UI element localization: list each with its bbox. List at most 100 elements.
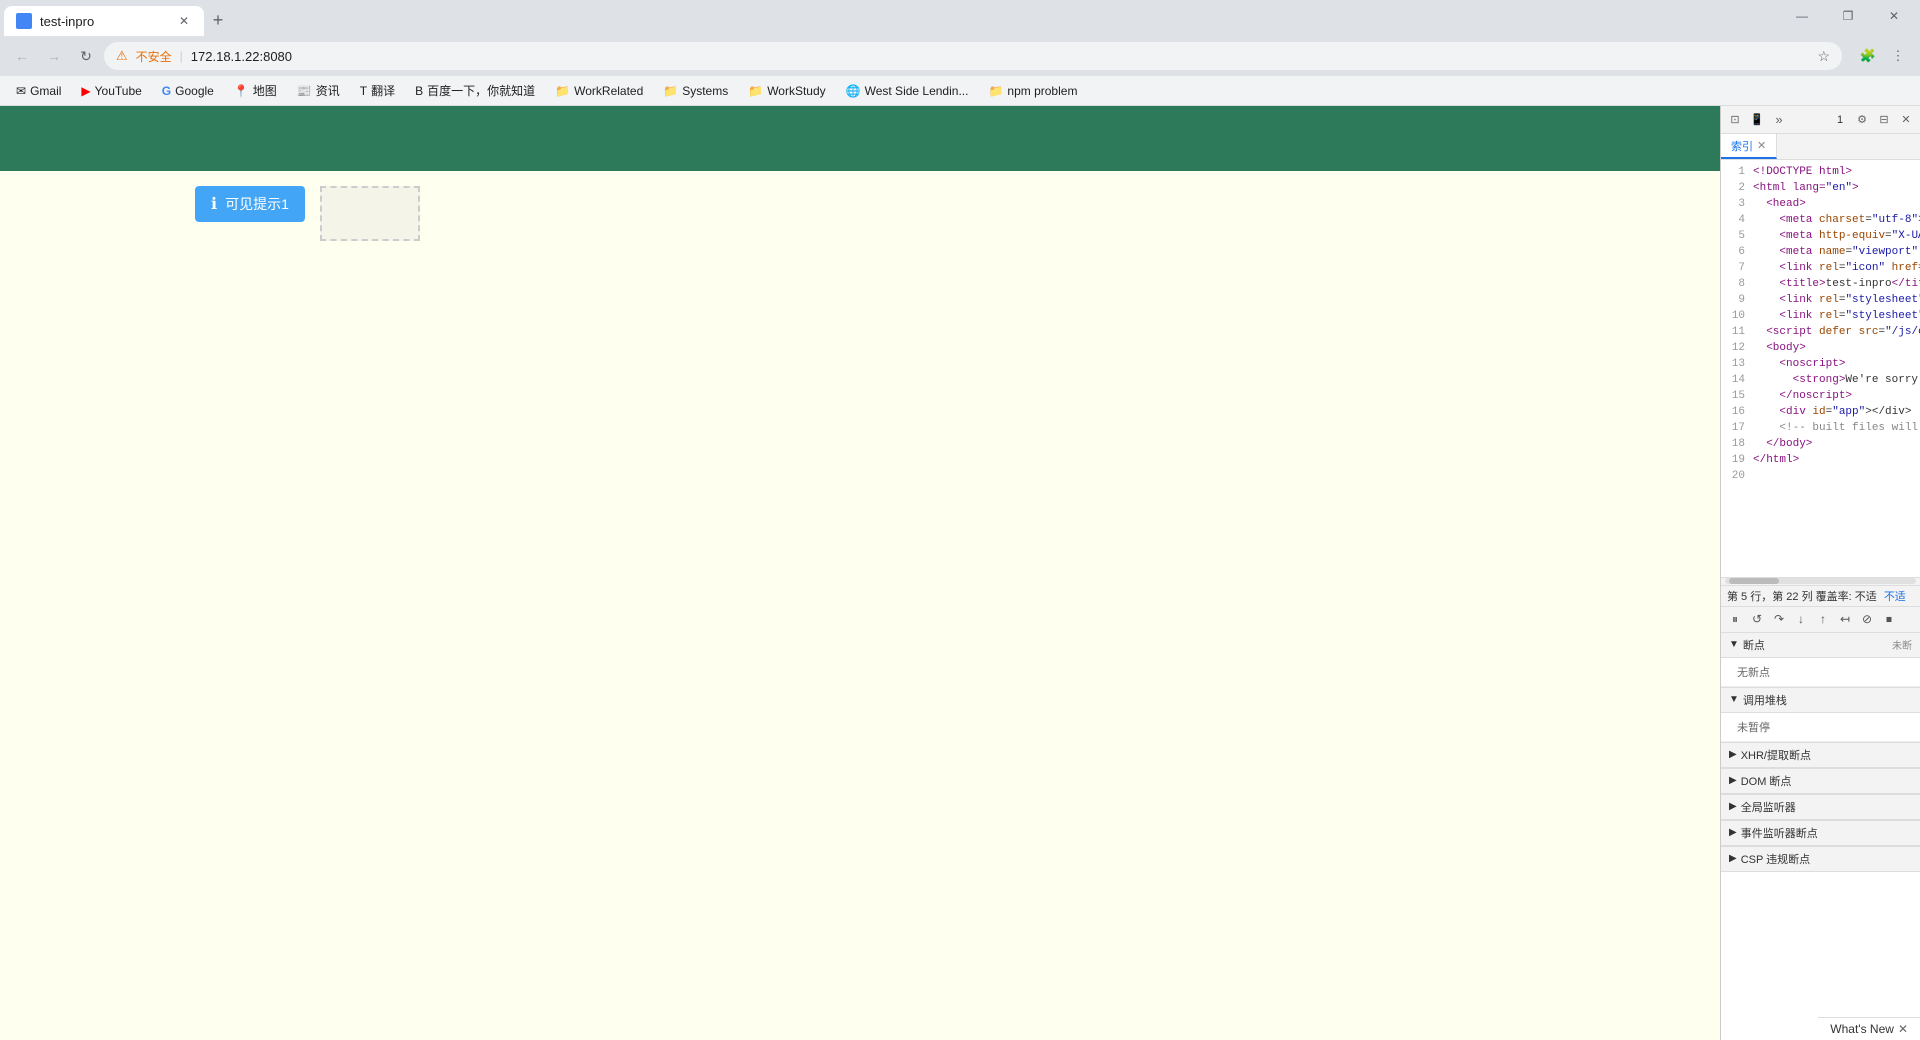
tab-title: test-inpro <box>40 14 168 29</box>
step-into-button[interactable]: ↓ <box>1791 609 1811 629</box>
bookmark-systems[interactable]: 📁 Systems <box>655 82 736 100</box>
bookmark-icon[interactable]: ☆ <box>1817 48 1830 65</box>
code-line-5: 5 <meta http-equiv="X-UA-C <box>1721 228 1920 244</box>
code-line-11: 11 <script defer src="/js/chu <box>1721 324 1920 340</box>
tab-index-close-icon[interactable]: ✕ <box>1757 139 1766 152</box>
code-line-14: 14 <strong>We're sorry bu <box>1721 372 1920 388</box>
google-icon: G <box>162 84 171 98</box>
callstack-section-header[interactable]: ▼ 调用堆栈 <box>1721 687 1920 713</box>
bookmark-translate[interactable]: T 翻译 <box>352 80 403 101</box>
resume-button[interactable]: ↺ <box>1747 609 1767 629</box>
event-listeners-section-header[interactable]: ▶ 事件监听器断点 <box>1721 820 1920 846</box>
step-back-button[interactable]: ↤ <box>1835 609 1855 629</box>
dom-arrow: ▶ <box>1729 775 1737 786</box>
refresh-button[interactable]: ↻ <box>72 42 100 70</box>
bookmark-workrelated[interactable]: 📁 WorkRelated <box>547 82 651 100</box>
whats-new-label[interactable]: What's New <box>1830 1022 1894 1036</box>
main-area: ℹ 可见提示1 ⊡ 📱 » 1 ⚙ ⊟ ✕ 索引 ✕ 1 <box>0 106 1920 1040</box>
bookmark-news[interactable]: 📰 资讯 <box>289 80 348 101</box>
callstack-text: 未暂停 <box>1737 717 1904 737</box>
step-out-button[interactable]: ↑ <box>1813 609 1833 629</box>
devtools-panel: ⊡ 📱 » 1 ⚙ ⊟ ✕ 索引 ✕ 1 <!DOCTYPE html> 2 <… <box>1720 106 1920 1040</box>
breakpoints-content: 无新点 <box>1721 658 1920 687</box>
browser-tab[interactable]: test-inpro ✕ <box>4 6 204 36</box>
tooltip-button[interactable]: ℹ 可见提示1 <box>195 186 305 222</box>
bookmark-maps[interactable]: 📍 地图 <box>226 80 285 101</box>
csp-section-header[interactable]: ▶ CSP 违规断点 <box>1721 846 1920 872</box>
code-line-1: 1 <!DOCTYPE html> <box>1721 164 1920 180</box>
dom-section-header[interactable]: ▶ DOM 断点 <box>1721 768 1920 794</box>
code-line-18: 18 </body> <box>1721 436 1920 452</box>
code-line-4: 4 <meta charset="utf-8"> <box>1721 212 1920 228</box>
close-button[interactable]: ✕ <box>1872 0 1916 32</box>
code-line-15: 15 </noscript> <box>1721 388 1920 404</box>
tab-close-icon[interactable]: ✕ <box>176 13 192 29</box>
folder-icon-3: 📁 <box>748 84 763 98</box>
code-line-7: 7 <link rel="icon" href="/ <box>1721 260 1920 276</box>
xhr-arrow: ▶ <box>1729 749 1737 760</box>
code-line-19: 19 </html> <box>1721 452 1920 468</box>
debugger-controls: ⏸ ↺ ↷ ↓ ↑ ↤ ⊘ ⏹ <box>1721 606 1920 632</box>
event-listeners-label: 事件监听器断点 <box>1741 825 1818 841</box>
news-icon: 📰 <box>297 84 312 98</box>
devtools-sections: ▼ 断点 未断 无新点 ▼ 调用堆栈 未暂停 ▶ XHR/提取断点 <box>1721 632 1920 1040</box>
global-listeners-arrow: ▶ <box>1729 801 1737 812</box>
info-icon: ℹ <box>211 194 217 214</box>
inspect-element-button[interactable]: ⊡ <box>1725 110 1745 130</box>
bookmark-google[interactable]: G Google <box>154 82 222 100</box>
baidu-icon: B <box>415 84 423 98</box>
device-toggle-button[interactable]: 📱 <box>1747 110 1767 130</box>
minimize-button[interactable]: — <box>1780 0 1824 32</box>
tab-index[interactable]: 索引 ✕ <box>1721 134 1777 159</box>
placeholder-box <box>320 186 420 241</box>
coverage-link[interactable]: 不适 <box>1884 591 1906 603</box>
app-header <box>0 106 1720 171</box>
devtools-toolbar: ⊡ 📱 » 1 ⚙ ⊟ ✕ <box>1721 106 1920 134</box>
code-line-6: 6 <meta name="viewport" co <box>1721 244 1920 260</box>
new-tab-button[interactable]: + <box>204 6 232 34</box>
whats-new-close-icon[interactable]: ✕ <box>1898 1022 1908 1036</box>
menu-button[interactable]: ⋮ <box>1884 42 1912 70</box>
code-line-3: 3 <head> <box>1721 196 1920 212</box>
dock-button[interactable]: ⊟ <box>1874 110 1894 130</box>
bookmark-westside[interactable]: 🌐 West Side Lendin... <box>838 82 977 100</box>
forward-button[interactable]: → <box>40 42 68 70</box>
code-line-20: 20 <box>1721 468 1920 484</box>
bookmark-gmail[interactable]: ✉ Gmail <box>8 82 69 100</box>
web-icon: 🌐 <box>846 84 861 98</box>
code-line-8: 8 <title>test-inpro</title> <box>1721 276 1920 292</box>
breakpoints-section-header[interactable]: ▼ 断点 未断 <box>1721 632 1920 658</box>
bookmark-baidu[interactable]: B 百度一下，你就知道 <box>407 80 543 101</box>
bookmark-workstudy[interactable]: 📁 WorkStudy <box>740 82 833 100</box>
address-input-wrap[interactable]: ⚠ 不安全 | 172.18.1.22:8080 ☆ <box>104 42 1842 70</box>
csp-arrow: ▶ <box>1729 853 1737 864</box>
stop-button[interactable]: ⏹ <box>1879 609 1899 629</box>
devtools-status-bar: 第 5 行，第 22 列 覆盖率: 不适 不适 <box>1721 585 1920 606</box>
hscroll-thumb[interactable] <box>1729 578 1779 584</box>
deactivate-button[interactable]: ⊘ <box>1857 609 1877 629</box>
code-view[interactable]: 1 <!DOCTYPE html> 2 <html lang="en"> 3 <… <box>1721 160 1920 577</box>
global-listeners-section-header[interactable]: ▶ 全局监听器 <box>1721 794 1920 820</box>
folder-icon-4: 📁 <box>988 84 1003 98</box>
breakpoints-badge: 未断 <box>1892 637 1912 652</box>
bookmark-npm[interactable]: 📁 npm problem <box>980 82 1085 100</box>
bookmark-youtube[interactable]: ▶ YouTube <box>73 82 149 100</box>
step-over-button[interactable]: ↷ <box>1769 609 1789 629</box>
devtools-settings-button[interactable]: ⚙ <box>1852 110 1872 130</box>
code-line-16: 16 <div id="app"></div> <box>1721 404 1920 420</box>
address-actions: 🧩 ⋮ <box>1854 42 1912 70</box>
breakpoints-label: 断点 <box>1743 637 1765 653</box>
code-line-17: 17 <!-- built files will be <box>1721 420 1920 436</box>
more-tools-button[interactable]: » <box>1769 110 1789 130</box>
bookmarks-bar: ✉ Gmail ▶ YouTube G Google 📍 地图 📰 资讯 T 翻… <box>0 76 1920 106</box>
devtools-horizontal-scrollbar[interactable] <box>1721 577 1920 585</box>
back-button[interactable]: ← <box>8 42 36 70</box>
event-listeners-arrow: ▶ <box>1729 827 1737 838</box>
restore-button[interactable]: ❐ <box>1826 0 1870 32</box>
pause-button[interactable]: ⏸ <box>1725 609 1745 629</box>
csp-label: CSP 违规断点 <box>1741 851 1810 867</box>
extensions-button[interactable]: 🧩 <box>1854 42 1882 70</box>
panel-count-badge: 1 <box>1830 110 1850 130</box>
devtools-close-button[interactable]: ✕ <box>1896 110 1916 130</box>
xhr-section-header[interactable]: ▶ XHR/提取断点 <box>1721 742 1920 768</box>
